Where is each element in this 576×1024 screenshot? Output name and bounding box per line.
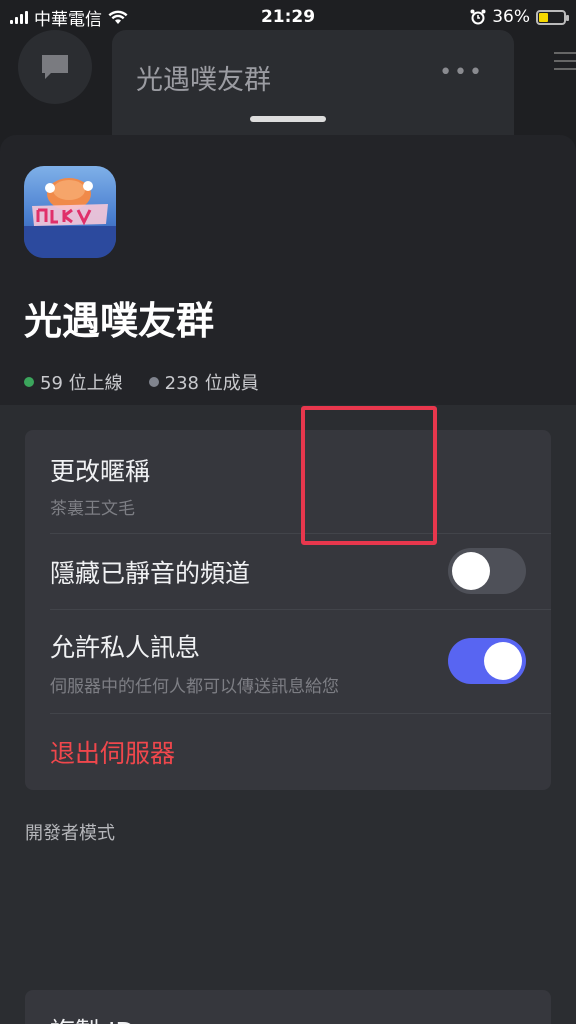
allow-direct-messages-label: 允許私人訊息 <box>50 633 201 662</box>
battery-icon <box>536 9 569 25</box>
copy-id-row[interactable]: 複製 ID <box>25 990 551 1024</box>
server-settings-list: 更改暱稱 茶裏王文毛 隱藏已靜音的頻道 允許私人訊息 伺服器中的任何人都可以傳送… <box>0 405 576 1024</box>
member-count-label: 238 位成員 <box>164 373 259 394</box>
more-icon[interactable]: ••• <box>439 60 484 85</box>
leave-server-label: 退出伺服器 <box>50 739 176 768</box>
direct-messages-button[interactable] <box>18 30 92 104</box>
server-stats: 59 位上線 238 位成員 <box>24 369 259 395</box>
online-count-label: 59 位上線 <box>40 373 123 394</box>
toggle-knob <box>484 642 522 680</box>
server-name: 光遇噗友群 <box>24 299 215 343</box>
hide-muted-channels-label: 隱藏已靜音的頻道 <box>50 559 251 588</box>
background-channel-title: 光遇噗友群 <box>136 65 271 96</box>
leave-server-row[interactable]: 退出伺服器 <box>25 714 551 790</box>
server-options-card: 更改暱稱 茶裏王文毛 隱藏已靜音的頻道 允許私人訊息 伺服器中的任何人都可以傳送… <box>25 430 551 790</box>
signal-icon <box>10 10 28 24</box>
online-dot-icon <box>24 377 34 387</box>
member-count: 238 位成員 <box>148 369 259 395</box>
chat-bubble-icon <box>42 55 68 79</box>
hide-muted-channels-toggle[interactable] <box>448 548 526 594</box>
status-bar: 中華電信 21:29 36% <box>0 0 576 34</box>
sheet-drag-handle[interactable] <box>250 116 326 122</box>
allow-direct-messages-toggle[interactable] <box>448 638 526 684</box>
wifi-icon <box>108 10 128 24</box>
member-dot-icon <box>148 377 159 387</box>
online-count: 59 位上線 <box>24 369 123 395</box>
toggle-knob <box>452 552 490 590</box>
alarm-icon <box>470 9 486 25</box>
allow-direct-messages-row: 允許私人訊息 伺服器中的任何人都可以傳送訊息給您 <box>25 610 551 714</box>
server-avatar-art <box>24 178 116 258</box>
hamburger-menu-icon[interactable] <box>554 52 576 74</box>
allow-direct-messages-description: 伺服器中的任何人都可以傳送訊息給您 <box>50 677 339 697</box>
copy-id-label: 複製 ID <box>50 1012 135 1024</box>
developer-mode-heading: 開發者模式 <box>25 823 115 844</box>
hide-muted-channels-row: 隱藏已靜音的頻道 <box>25 534 551 610</box>
server-icon <box>24 166 116 258</box>
highlight-box <box>301 406 437 545</box>
background-channel-header: 光遇噗友群 ••• <box>112 30 514 150</box>
carrier-label: 中華電信 <box>34 9 102 30</box>
battery-percent: 36% <box>492 7 530 27</box>
change-nickname-row[interactable]: 更改暱稱 茶裏王文毛 <box>25 452 551 519</box>
